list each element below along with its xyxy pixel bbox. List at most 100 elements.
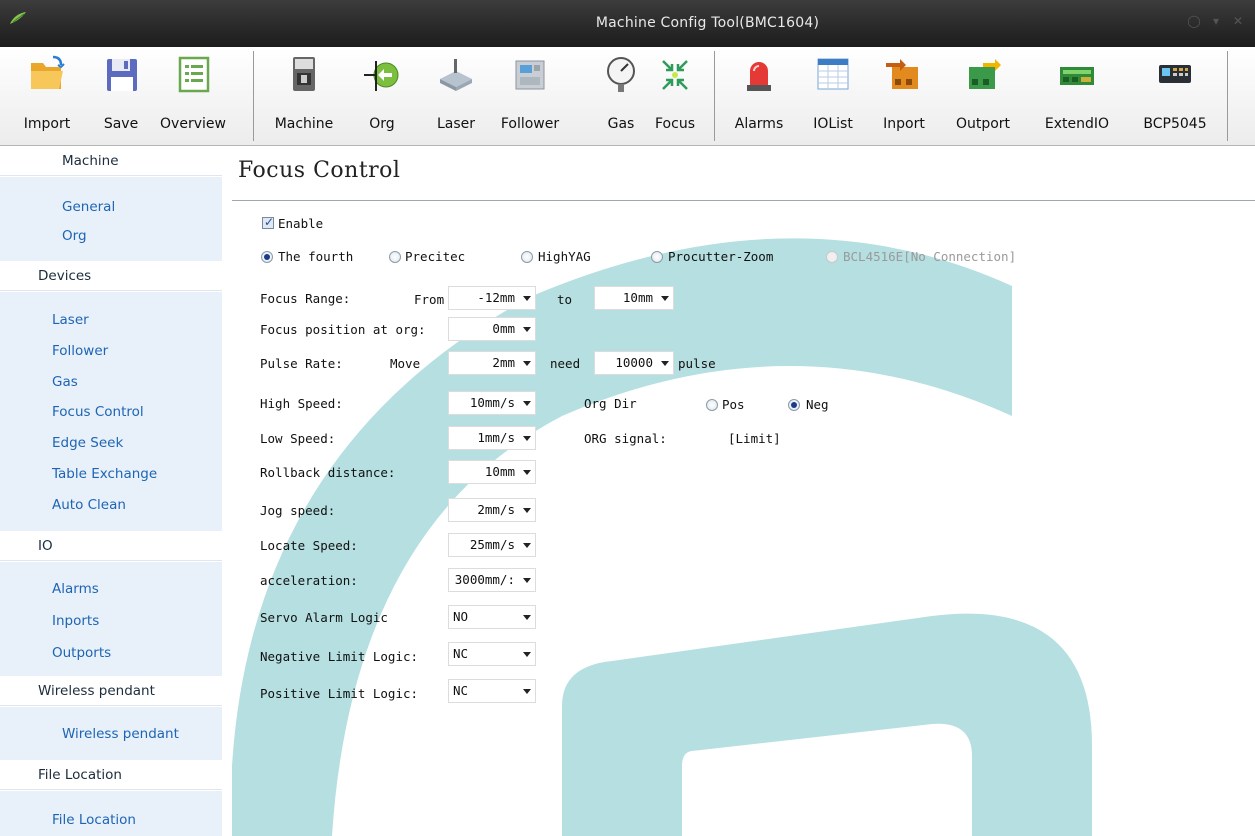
radio-the-fourth[interactable] [261,251,273,263]
sidebar-header-devices[interactable]: Devices [0,261,222,291]
sidebar-header-machine[interactable]: Machine [0,146,222,176]
neg-limit-select[interactable]: NC [448,642,536,666]
radio-procutter-zoom-label: Procutter-Zoom [668,249,774,264]
locate-speed-select[interactable]: 25mm/s [448,533,536,557]
sidebar-item-edge-seek[interactable]: Edge Seek [52,435,123,451]
pulse-need-label: need [550,356,581,371]
settings-icon[interactable]: ▾ [1209,14,1223,28]
laser-label: Laser [436,116,476,132]
window-title: Machine Config Tool(BMC1604) [595,15,820,31]
org-dir-neg-radio[interactable] [788,399,800,411]
enable-checkbox[interactable]: ✓ [262,215,274,229]
radio-precitec[interactable] [389,251,401,263]
sidebar-item-outports[interactable]: Outports [52,645,111,661]
pulse-move-value: 2mm [492,355,515,370]
circuit-board-icon [1060,67,1094,85]
inport-label: Inport [883,116,925,132]
pulse-need-select[interactable]: 10000 [594,351,674,375]
focus-range-to-select[interactable]: 10mm [594,286,674,310]
sidebar-header-file-location[interactable]: File Location [0,760,222,790]
extendio-button[interactable]: ExtendIO [1036,47,1118,145]
sidebar-section-io: Alarms Inports Outports [0,562,222,676]
title-divider [232,200,1255,201]
sidebar-item-table-exchange[interactable]: Table Exchange [52,466,157,482]
chevron-down-icon [523,652,531,657]
locate-speed-value: 25mm/s [469,537,515,552]
low-speed-select[interactable]: 1mm/s [448,426,536,450]
import-button[interactable]: Import [17,47,77,145]
radio-procutter-zoom[interactable] [651,251,663,263]
bcp5045-button[interactable]: BCP5045 [1138,47,1212,145]
sidebar-header-wireless-pendant[interactable]: Wireless pendant [0,676,222,706]
pos-limit-select[interactable]: NC [448,679,536,703]
sidebar-item-auto-clean[interactable]: Auto Clean [52,497,126,513]
outport-button[interactable]: Outport [948,47,1018,145]
sidebar-item-follower[interactable]: Follower [52,343,108,359]
list-document-icon [178,56,210,93]
sidebar-header-io[interactable]: IO [0,531,222,561]
sidebar-item-focus-control[interactable]: Focus Control [52,404,144,420]
focus-button[interactable]: Focus [650,47,700,145]
org-dir-pos-label: Pos [722,397,745,412]
sidebar-item-inports[interactable]: Inports [52,613,99,629]
machine-button[interactable]: Machine [272,47,336,145]
chevron-down-icon [523,401,531,406]
bcp5045-label: BCP5045 [1143,116,1207,132]
sidebar-section-machine: General Org [0,177,222,261]
acceleration-select[interactable]: 3000mm/: [448,568,536,592]
chevron-down-icon [523,543,531,548]
follower-button[interactable]: Follower [498,47,562,145]
sidebar-item-alarms[interactable]: Alarms [52,581,99,597]
rollback-label: Rollback distance: [260,465,396,480]
save-label: Save [103,116,139,132]
sidebar-item-gas[interactable]: Gas [52,374,78,390]
minimize-icon[interactable]: ◯ [1187,14,1201,28]
alarms-button[interactable]: Alarms [730,47,788,145]
outport-label: Outport [955,116,1011,132]
jog-speed-select[interactable]: 2mm/s [448,498,536,522]
sidebar-item-laser[interactable]: Laser [52,312,89,328]
chevron-down-icon [523,578,531,583]
high-speed-select[interactable]: 10mm/s [448,391,536,415]
sidebar-item-org[interactable]: Org [62,228,87,244]
enable-label: Enable [278,216,324,231]
jog-speed-value: 2mm/s [477,502,515,517]
iolist-button[interactable]: IOList [808,47,858,145]
rollback-select[interactable]: 10mm [448,460,536,484]
servo-alarm-select[interactable]: NO [448,605,536,629]
chevron-down-icon [661,361,669,366]
extendio-label: ExtendIO [1044,116,1110,132]
sidebar-item-file-location[interactable]: File Location [52,812,136,828]
floppy-disk-icon [107,59,137,91]
chevron-down-icon [523,436,531,441]
main-panel: Focus Control ✓ Enable The fourth Precit… [232,146,1255,836]
pulse-unit-label: pulse [678,356,716,371]
chevron-down-icon [523,470,531,475]
radio-the-fourth-label: The fourth [278,249,354,264]
panel-display-icon [1159,65,1191,83]
rollback-value: 10mm [484,464,515,479]
overview-button[interactable]: Overview [160,47,226,145]
locate-speed-label: Locate Speed: [260,538,358,553]
pulse-move-select[interactable]: 2mm [448,351,536,375]
sidebar-item-wireless-pendant[interactable]: Wireless pendant [62,726,179,742]
save-button[interactable]: Save [96,47,146,145]
org-label: Org [369,116,395,132]
import-label: Import [23,116,71,132]
org-button[interactable]: Org [362,47,402,145]
iolist-label: IOList [813,116,853,132]
inport-button[interactable]: Inport [876,47,932,145]
focus-range-from-select[interactable]: -12mm [448,286,536,310]
low-speed-value: 1mm/s [477,430,515,445]
radio-highyag-label: HighYAG [538,249,591,264]
radio-highyag[interactable] [521,251,533,263]
close-icon[interactable]: ✕ [1231,14,1245,28]
org-dir-pos-radio[interactable] [706,399,718,411]
sidebar-item-general[interactable]: General [62,199,115,215]
org-dir-neg-label: Neg [806,397,829,412]
focus-pos-org-select[interactable]: 0mm [448,317,536,341]
gas-button[interactable]: Gas [606,47,636,145]
sidebar-section-wireless-pendant: Wireless pendant [0,707,222,760]
laser-icon [440,59,472,91]
laser-button[interactable]: Laser [430,47,482,145]
